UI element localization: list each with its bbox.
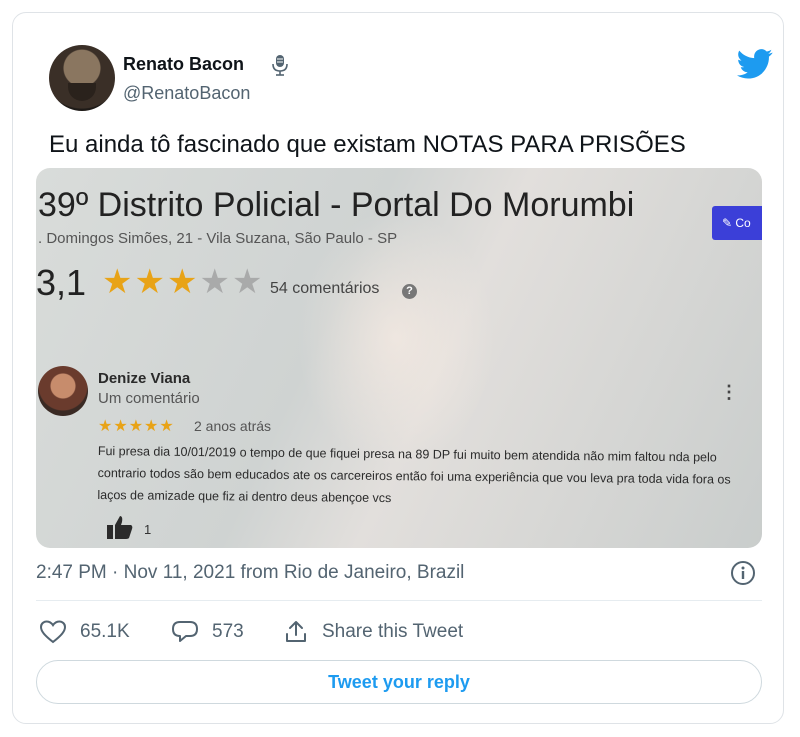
question-icon: ?: [402, 284, 417, 299]
author-avatar[interactable]: [49, 45, 115, 111]
share-label: Share this Tweet: [322, 621, 464, 642]
heart-icon: [40, 620, 66, 644]
share-button[interactable]: Share this Tweet: [284, 619, 463, 645]
tweet-your-reply-button[interactable]: Tweet your reply: [36, 660, 762, 704]
info-icon[interactable]: [730, 560, 756, 586]
review-age: 2 anos atrás: [194, 418, 272, 434]
twitter-bird-icon[interactable]: [737, 49, 773, 79]
reviewer-meta: Um comentário: [98, 390, 200, 407]
photo-place-address: . Domingos Simões, 21 - Vila Suzana, São…: [38, 230, 398, 247]
divider: [36, 600, 762, 601]
author-handle[interactable]: @RenatoBacon: [123, 83, 250, 104]
thumbs-up-icon: [107, 516, 133, 539]
star-empty-icon: ★: [231, 263, 265, 301]
photo-comment-count: 54 comentários: [270, 280, 380, 297]
reply-bubble-icon: [172, 621, 198, 642]
write-review-label: Co: [735, 216, 751, 230]
photo-place-title: 39º Distrito Policial - Portal Do Morumb…: [38, 186, 635, 224]
tweet-media-photo[interactable]: 39º Distrito Policial - Portal Do Morumb…: [36, 168, 762, 548]
star-icon: ★: [134, 263, 167, 301]
microphone-icon: [272, 55, 288, 76]
more-options-icon: ⋮: [720, 382, 738, 402]
author-name[interactable]: Renato Bacon: [123, 54, 244, 75]
share-icon: [286, 621, 306, 642]
reply-action-button[interactable]: 573: [172, 619, 244, 645]
star-icon: ★: [166, 263, 200, 301]
write-review-button: ✎ Co: [712, 206, 762, 240]
photo-rating-value: 3,1: [36, 262, 87, 303]
like-button[interactable]: 65.1K: [40, 619, 130, 645]
tweet-timestamp[interactable]: 2:47 PM · Nov 11, 2021 from Rio de Janei…: [36, 562, 464, 584]
reviewer-avatar: [38, 366, 88, 416]
like-count: 65.1K: [80, 621, 130, 642]
star-empty-icon: ★: [199, 263, 232, 301]
avatar-beard: [68, 83, 96, 101]
photo-rating-stars: ★★★★★: [102, 262, 264, 302]
reviewer-name: Denize Viana: [98, 370, 191, 387]
review-like-count: 1: [144, 522, 152, 537]
reply-count: 573: [212, 621, 244, 642]
review-stars: ★★★★★: [98, 418, 175, 435]
tweet-text: Eu ainda tô fascinado que existam NOTAS …: [49, 131, 686, 158]
review-body: Fui presa dia 10/01/2019 o tempo de que …: [97, 443, 731, 506]
star-icon: ★: [102, 263, 135, 301]
photo-glare: [296, 208, 496, 468]
